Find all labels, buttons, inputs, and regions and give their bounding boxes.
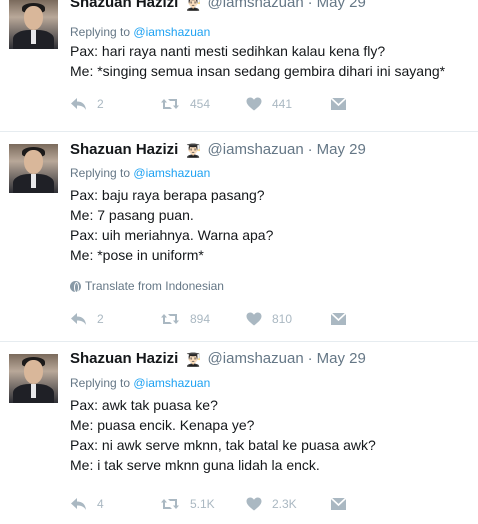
replying-prefix: Replying to xyxy=(70,166,131,180)
author-name[interactable]: Shazuan Hazizi xyxy=(70,350,178,367)
reply-count: 2 xyxy=(97,97,104,111)
retweet-icon xyxy=(161,99,179,109)
author-handle[interactable]: @iamshazuan xyxy=(208,0,304,11)
retweet-icon xyxy=(161,499,179,509)
tweet-header: Shazuan Hazizi 👨🏻‍🎓 @iamshazuan · May 29 xyxy=(70,0,366,16)
retweet-button[interactable]: 5.1K xyxy=(160,497,215,511)
author-handle[interactable]: @iamshazuan xyxy=(208,350,304,367)
tweet-text: Pax: baju raya berapa pasang? Me: 7 pasa… xyxy=(70,185,273,265)
retweet-count: 5.1K xyxy=(190,497,215,511)
reply-icon xyxy=(71,313,86,325)
like-count: 810 xyxy=(272,312,293,326)
tweet-date[interactable]: May 29 xyxy=(317,141,366,158)
reply-count: 2 xyxy=(97,312,104,326)
tweet-line: Pax: uih meriahnya. Warna apa? xyxy=(70,227,274,243)
author-name[interactable]: Shazuan Hazizi xyxy=(70,0,178,11)
globe-icon xyxy=(70,280,81,293)
tweet-text: Pax: hari raya nanti mesti sedihkan kala… xyxy=(70,41,445,81)
tweet-line: Pax: awk tak puasa ke? xyxy=(70,397,218,413)
direct-message-button[interactable] xyxy=(330,497,357,511)
retweet-button[interactable]: 894 xyxy=(160,312,210,326)
envelope-icon xyxy=(330,497,347,510)
tweet-actions: 2 894 810 xyxy=(70,312,370,330)
translate-link[interactable]: Translate from Indonesian xyxy=(70,279,224,293)
tweet-date[interactable]: May 29 xyxy=(317,350,366,367)
retweet-button[interactable]: 454 xyxy=(160,97,210,111)
reply-icon xyxy=(71,98,86,110)
separator: · xyxy=(307,141,313,158)
replying-to-link[interactable]: @iamshazuan xyxy=(133,166,210,180)
tweet-date[interactable]: May 29 xyxy=(317,0,366,11)
direct-message-button[interactable] xyxy=(330,97,357,111)
like-button[interactable]: 810 xyxy=(246,312,292,326)
heart-icon xyxy=(246,97,262,111)
retweet-count: 454 xyxy=(190,97,211,111)
replying-to-link[interactable]: @iamshazuan xyxy=(133,25,210,39)
avatar[interactable] xyxy=(9,354,58,403)
separator: · xyxy=(307,0,313,11)
replying-prefix: Replying to xyxy=(70,376,131,390)
tweet[interactable]: Shazuan Hazizi 👨🏻‍🎓 @iamshazuan · May 29… xyxy=(0,342,478,524)
tweet[interactable]: Shazuan Hazizi 👨🏻‍🎓 @iamshazuan · May 29… xyxy=(0,132,478,342)
tweet-line: Me: puasa encik. Kenapa ye? xyxy=(70,417,255,433)
retweet-count: 894 xyxy=(190,312,211,326)
separator: · xyxy=(307,350,313,367)
heart-icon xyxy=(246,497,262,511)
reply-count: 4 xyxy=(97,497,104,511)
like-button[interactable]: 2.3K xyxy=(246,497,297,511)
avatar[interactable] xyxy=(9,0,58,49)
reply-button[interactable]: 2 xyxy=(70,97,104,111)
tweet-actions: 4 5.1K 2.3K xyxy=(70,497,370,515)
tweet-line: Pax: baju raya berapa pasang? xyxy=(70,187,265,203)
retweet-icon xyxy=(161,314,179,324)
replying-to: Replying to @iamshazuan xyxy=(70,25,210,39)
avatar[interactable] xyxy=(9,144,58,193)
heart-icon xyxy=(246,312,262,326)
tweet-line: Me: i tak serve mknn guna lidah la enck. xyxy=(70,457,320,473)
direct-message-button[interactable] xyxy=(330,312,357,326)
tweet-actions: 2 454 441 xyxy=(70,97,370,115)
tweet-line: Me: *pose in uniform* xyxy=(70,247,204,263)
graduate-emoji-icon: 👨🏻‍🎓 xyxy=(185,143,202,158)
tweet-line: Me: 7 pasang puan. xyxy=(70,207,194,223)
reply-icon xyxy=(71,498,86,510)
author-name[interactable]: Shazuan Hazizi xyxy=(70,141,178,158)
like-count: 2.3K xyxy=(272,497,297,511)
replying-prefix: Replying to xyxy=(70,25,131,39)
tweet-line: Pax: hari raya nanti mesti sedihkan kala… xyxy=(70,43,386,59)
envelope-icon xyxy=(330,312,347,325)
replying-to: Replying to @iamshazuan xyxy=(70,376,210,390)
author-handle[interactable]: @iamshazuan xyxy=(208,141,304,158)
translate-label: Translate from Indonesian xyxy=(85,279,224,293)
tweet-line: Me: *singing semua insan sedang gembira … xyxy=(70,63,446,79)
tweet-line: Pax: ni awk serve mknn, tak batal ke pua… xyxy=(70,437,376,453)
tweet-header: Shazuan Hazizi 👨🏻‍🎓 @iamshazuan · May 29 xyxy=(70,141,366,163)
tweet-header: Shazuan Hazizi 👨🏻‍🎓 @iamshazuan · May 29 xyxy=(70,350,366,372)
envelope-icon xyxy=(330,97,347,110)
replying-to: Replying to @iamshazuan xyxy=(70,166,210,180)
like-button[interactable]: 441 xyxy=(246,97,292,111)
replying-to-link[interactable]: @iamshazuan xyxy=(133,376,210,390)
graduate-emoji-icon: 👨🏻‍🎓 xyxy=(185,0,202,11)
reply-button[interactable]: 4 xyxy=(70,497,104,511)
tweet-text: Pax: awk tak puasa ke? Me: puasa encik. … xyxy=(70,395,376,475)
like-count: 441 xyxy=(272,97,293,111)
tweet[interactable]: Shazuan Hazizi 👨🏻‍🎓 @iamshazuan · May 29… xyxy=(0,0,478,132)
graduate-emoji-icon: 👨🏻‍🎓 xyxy=(185,352,202,367)
reply-button[interactable]: 2 xyxy=(70,312,104,326)
